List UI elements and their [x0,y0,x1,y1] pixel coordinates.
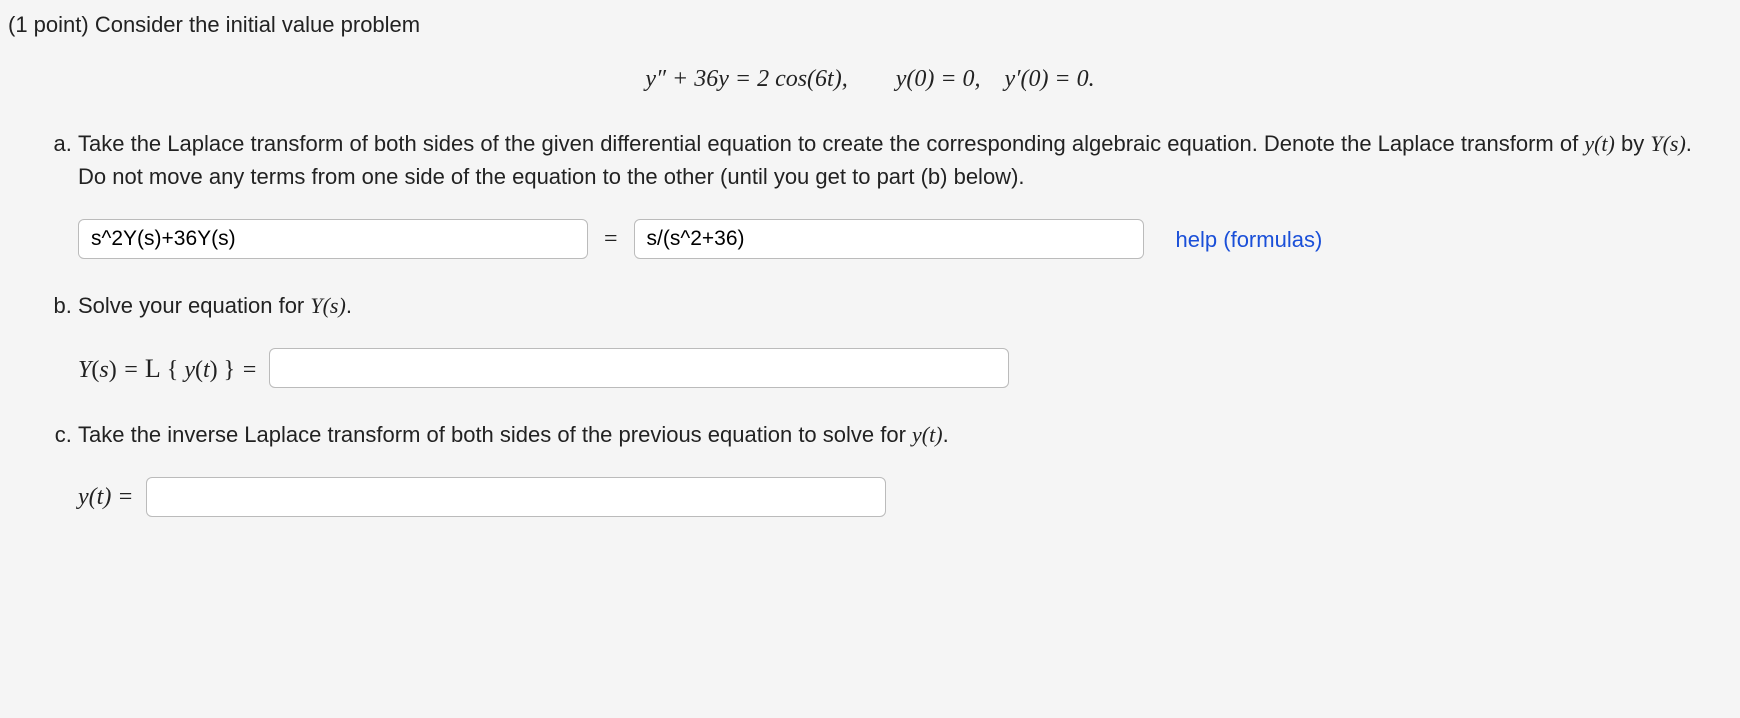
part-a: Take the Laplace transform of both sides… [78,127,1732,259]
parts-list: Take the Laplace transform of both sides… [8,127,1732,517]
part-b-input[interactable] [269,348,1009,388]
part-a-input-row: = help (formulas) [78,219,1712,259]
part-a-rhs-input[interactable] [634,219,1144,259]
points-label: (1 point) [8,12,95,37]
math-yt-c: y(t) [912,422,943,447]
part-c-dot: . [943,422,949,447]
math-yt: y(t) [1584,131,1615,156]
main-equation: y″ + 36y = 2 cos(6t), y(0) = 0, y′(0) = … [8,61,1732,97]
part-c: Take the inverse Laplace transform of bo… [78,418,1732,517]
intro-text: Consider the initial value problem [95,12,420,37]
problem-container: (1 point) Consider the initial value pro… [0,0,1740,517]
part-a-lhs-input[interactable] [78,219,588,259]
part-a-text-1: Take the Laplace transform of both sides… [78,131,1584,156]
problem-intro: (1 point) Consider the initial value pro… [8,8,1732,41]
part-c-input[interactable] [146,477,886,517]
math-Ys-b: Y(s) [310,293,345,318]
part-c-label: y(t) = [78,479,134,515]
part-b-text: Solve your equation for [78,293,310,318]
part-b-label: Y(s) = L { y(t) } = [78,349,257,388]
part-c-text: Take the inverse Laplace transform of bo… [78,422,912,447]
equals-symbol: = [600,221,622,257]
part-c-input-row: y(t) = [78,477,1712,517]
part-b-input-row: Y(s) = L { y(t) } = [78,348,1712,388]
part-a-text-2: by [1615,131,1650,156]
math-Ys: Y(s) [1650,131,1685,156]
help-formulas-link[interactable]: help (formulas) [1176,223,1323,256]
part-b: Solve your equation for Y(s). Y(s) = L {… [78,289,1732,388]
equation-text: y″ + 36y = 2 cos(6t), y(0) = 0, y′(0) = … [645,66,1094,92]
part-b-dot: . [346,293,352,318]
